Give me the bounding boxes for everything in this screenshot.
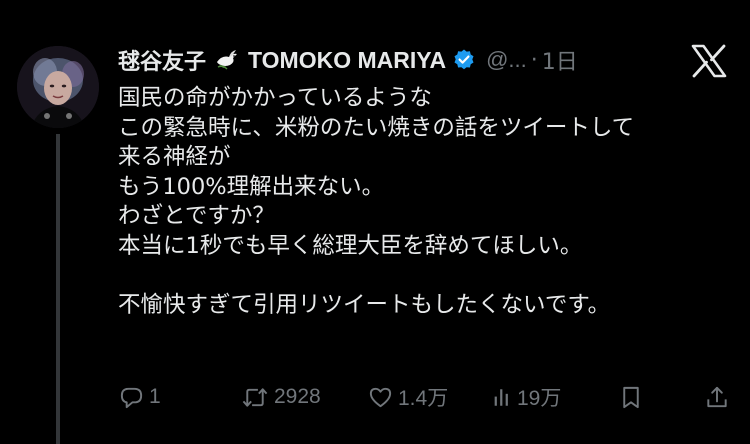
tweet-actions: 1 2928 1.4万 19万: [0, 382, 750, 412]
reply-icon: [120, 387, 143, 408]
tweet-text-line: 不愉快すぎて引用リツイートもしたくないです。: [118, 292, 611, 319]
tweet-header: 毬谷友子 TOMOKO MARIYA @... · 1日: [118, 40, 578, 80]
tweet[interactable]: 毬谷友子 TOMOKO MARIYA @... · 1日 国民の命がかかっている…: [0, 0, 750, 444]
like-count: 1.4万: [398, 387, 449, 410]
tweet-text-line-blank: [118, 262, 738, 292]
avatar-photo: [17, 46, 99, 128]
tweet-text-line: わざとですか？: [118, 203, 275, 230]
header-separator: ·: [530, 47, 538, 73]
retweet-count: 2928: [274, 385, 321, 408]
like-button[interactable]: 1.4万: [367, 382, 448, 412]
tweet-timestamp[interactable]: 1日: [542, 44, 578, 76]
verified-badge-icon: [452, 48, 476, 72]
views-count: 19万: [517, 387, 562, 410]
x-logo-icon: [691, 44, 727, 78]
share-button[interactable]: [704, 382, 730, 412]
heart-icon: [369, 387, 392, 407]
tweet-text-line: 本当に1秒でも早く総理大臣を辞めてほしい。: [118, 232, 583, 259]
tweet-text-line: もう100%理解出来ない。: [118, 173, 385, 200]
author-display-name[interactable]: 毬谷友子: [118, 44, 206, 76]
retweet-button[interactable]: 2928: [240, 382, 321, 412]
retweet-icon: [242, 387, 268, 407]
reply-count: 1: [149, 385, 161, 408]
analytics-bar-icon: [494, 388, 508, 406]
avatar[interactable]: [17, 46, 99, 128]
tweet-text-line: この緊急時に、米粉のたい焼きの話をツイートして: [118, 114, 635, 141]
bookmark-icon: [623, 386, 639, 408]
tweet-text: 国民の命がかかっているような この緊急時に、米粉のたい焼きの話をツイートして 来…: [118, 84, 738, 321]
tweet-text-line: 国民の命がかかっているような: [118, 85, 432, 111]
tweet-text-line: 来る神経が: [118, 144, 231, 171]
views-button[interactable]: 19万: [491, 382, 561, 412]
dove-with-olive-branch-icon: [214, 47, 240, 73]
share-icon: [707, 386, 727, 407]
author-handle[interactable]: @...: [486, 47, 527, 73]
bookmark-button[interactable]: [619, 382, 643, 412]
author-english-name[interactable]: TOMOKO MARIYA: [248, 47, 446, 74]
reply-button[interactable]: 1: [118, 382, 161, 412]
